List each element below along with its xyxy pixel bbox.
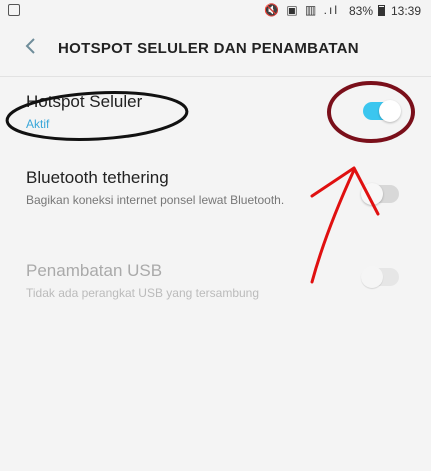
status-icons: 🔇 ▣ ▥ .ıl <box>264 3 339 17</box>
app-bar: HOTSPOT SELULER DAN PENAMBATAN <box>0 26 431 72</box>
setting-row-bluetooth-tethering[interactable]: Bluetooth tethering Bagikan koneksi inte… <box>0 164 431 234</box>
status-bar: 🔇 ▣ ▥ .ıl 83% 13:39 <box>0 0 431 22</box>
header-divider <box>0 76 431 77</box>
battery-icon <box>378 5 385 16</box>
setting-description: Bagikan koneksi internet ponsel lewat Bl… <box>26 193 285 207</box>
setting-title: Hotspot Seluler <box>26 92 143 111</box>
bluetooth-tethering-toggle[interactable] <box>361 183 399 205</box>
usb-tethering-toggle <box>361 266 399 288</box>
toggle-knob <box>379 100 401 122</box>
setting-description: Tidak ada perangkat USB yang tersambung <box>26 286 260 300</box>
setting-status: Aktif <box>26 117 50 131</box>
setting-title: Bluetooth tethering <box>26 168 169 187</box>
chevron-left-icon <box>25 38 35 54</box>
battery-percentage: 83% <box>348 4 373 18</box>
toggle-knob <box>361 183 383 205</box>
setting-row-usb-tethering: Penambatan USB Tidak ada perangkat USB y… <box>0 257 431 307</box>
back-button[interactable] <box>18 36 42 62</box>
setting-row-hotspot[interactable]: Hotspot Seluler Aktif <box>0 86 431 146</box>
hotspot-toggle[interactable] <box>363 100 401 122</box>
page-title: HOTSPOT SELULER DAN PENAMBATAN <box>58 40 359 57</box>
clock: 13:39 <box>390 4 421 18</box>
notification-icon <box>8 4 20 16</box>
toggle-knob <box>361 266 383 288</box>
setting-title: Penambatan USB <box>26 261 163 280</box>
